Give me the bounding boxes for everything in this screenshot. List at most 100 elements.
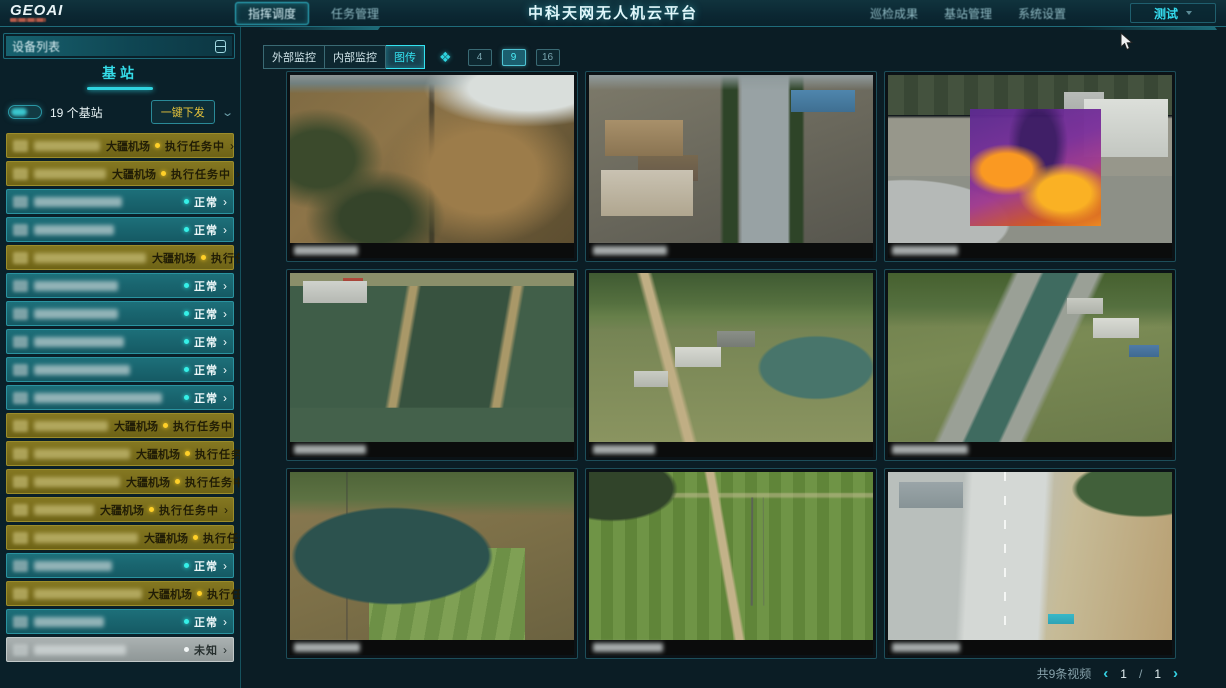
station-list-item[interactable]: 正常 › xyxy=(6,217,234,242)
station-list-item[interactable]: 正常 › xyxy=(6,329,234,354)
video-label-blur xyxy=(593,643,663,652)
station-name-blur xyxy=(34,589,142,599)
nav-item-task-management[interactable]: 任务管理 xyxy=(331,5,379,22)
station-type-icon xyxy=(13,168,28,180)
station-name-blur xyxy=(34,561,112,571)
one-key-dispatch-button[interactable]: 一键下发 xyxy=(151,100,215,124)
chevron-right-icon[interactable]: › xyxy=(224,505,228,515)
station-list-item[interactable]: 大疆机场 执行任务中 › xyxy=(6,413,234,438)
station-status-label: 正常 xyxy=(194,306,218,322)
logo: GEOAI xyxy=(10,4,160,22)
tab-external-monitoring[interactable]: 外部监控 xyxy=(263,45,325,69)
station-type-label: 大疆机场 xyxy=(152,250,196,266)
chevron-right-icon[interactable]: › xyxy=(238,421,240,431)
status-dot-icon xyxy=(184,227,189,232)
station-list-item[interactable]: 正常 › xyxy=(6,609,234,634)
station-list-item[interactable]: 未知 › xyxy=(6,637,234,662)
logo-subtext-blur xyxy=(10,18,46,22)
station-type-icon xyxy=(13,560,28,572)
station-status-group: 大疆机场 执行任务中 › xyxy=(106,138,234,154)
station-name-blur xyxy=(34,449,130,459)
video-tile[interactable] xyxy=(286,269,578,460)
station-list-item[interactable]: 正常 › xyxy=(6,273,234,298)
chevron-right-icon[interactable]: › xyxy=(223,645,227,655)
station-status-group: 正常 › xyxy=(184,306,227,322)
station-filter-toggle[interactable] xyxy=(8,105,42,119)
station-list-item[interactable]: 大疆机场 执行任务中 › xyxy=(6,469,234,494)
chevron-right-icon[interactable]: › xyxy=(223,561,227,571)
video-tile[interactable] xyxy=(884,269,1176,460)
tab-base-station[interactable]: 基站 xyxy=(102,63,138,87)
station-list-item[interactable]: 正常 › xyxy=(6,189,234,214)
video-feed xyxy=(888,472,1172,640)
station-name-blur xyxy=(34,365,130,375)
chevron-right-icon[interactable]: › xyxy=(223,365,227,375)
station-list-item[interactable]: 大疆机场 执行任务中 › xyxy=(6,581,234,606)
pagination-prev-icon[interactable]: ‹ xyxy=(1103,668,1108,680)
station-list-item[interactable]: 正常 › xyxy=(6,301,234,326)
station-list-item[interactable]: 正常 › xyxy=(6,385,234,410)
station-status-label: 执行任务中 xyxy=(211,250,240,266)
chevron-down-icon[interactable]: ⌄ xyxy=(221,106,234,119)
app-window: GEOAI 指挥调度 任务管理 中科天网无人机云平台 巡检成果 基站管理 系统设… xyxy=(0,0,1226,688)
nav-item-station-management[interactable]: 基站管理 xyxy=(944,5,992,22)
decorative-slash-right xyxy=(1075,27,1217,30)
station-type-icon xyxy=(13,252,28,264)
station-status-group: 大疆机场 执行任务中 › xyxy=(100,502,228,518)
grid-layout-9-button[interactable]: 9 xyxy=(502,49,526,66)
station-list-item[interactable]: 大疆机场 执行任务中 › xyxy=(6,497,234,522)
tab-internal-monitoring[interactable]: 内部监控 xyxy=(325,45,386,69)
video-tile[interactable] xyxy=(585,269,877,460)
video-tile[interactable] xyxy=(884,468,1176,659)
station-type-icon xyxy=(13,140,28,152)
status-dot-icon xyxy=(149,507,154,512)
chevron-right-icon[interactable]: › xyxy=(223,393,227,403)
station-list-item[interactable]: 正常 › xyxy=(6,357,234,382)
collapse-list-icon[interactable] xyxy=(215,40,226,53)
station-list-item[interactable]: 大疆机场 执行任务中 › xyxy=(6,441,234,466)
chevron-right-icon[interactable]: › xyxy=(223,617,227,627)
station-list-item[interactable]: 大疆机场 执行任务中 › xyxy=(6,133,234,158)
chevron-right-icon[interactable]: › xyxy=(236,169,240,179)
chevron-right-icon[interactable]: › xyxy=(223,309,227,319)
station-type-label: 大疆机场 xyxy=(114,418,158,434)
pagination-next-icon[interactable]: › xyxy=(1173,668,1178,680)
logo-text: GEOAI xyxy=(10,4,160,17)
station-name-blur xyxy=(34,281,118,291)
nav-item-dispatch[interactable]: 指挥调度 xyxy=(235,2,309,25)
nav-item-inspection-results[interactable]: 巡检成果 xyxy=(870,5,918,22)
layout-flower-icon[interactable]: ❖ xyxy=(439,49,452,66)
station-status-label: 正常 xyxy=(194,334,218,350)
user-account-button[interactable]: 测试 xyxy=(1130,3,1216,23)
station-name-blur xyxy=(34,477,120,487)
grid-layout-16-button[interactable]: 16 xyxy=(536,49,560,66)
chevron-right-icon[interactable]: › xyxy=(223,281,227,291)
status-dot-icon xyxy=(163,423,168,428)
nav-item-system-settings[interactable]: 系统设置 xyxy=(1018,5,1066,22)
tab-image-transmission[interactable]: 图传 xyxy=(386,45,425,69)
station-name-blur xyxy=(34,421,108,431)
video-tile[interactable] xyxy=(286,71,578,262)
video-tile[interactable] xyxy=(286,468,578,659)
station-status-group: 正常 › xyxy=(184,334,227,350)
station-list-item[interactable]: 大疆机场 执行任务中 › xyxy=(6,245,234,270)
chevron-right-icon[interactable]: › xyxy=(223,337,227,347)
chevron-right-icon[interactable]: › xyxy=(223,197,227,207)
station-name-blur xyxy=(34,141,100,151)
chevron-right-icon[interactable]: › xyxy=(223,225,227,235)
station-status-group: 大疆机场 执行任务中 › xyxy=(136,446,240,462)
station-list-item[interactable]: 大疆机场 执行任务中 › xyxy=(6,525,234,550)
video-tile[interactable] xyxy=(585,71,877,262)
header-nav-right: 巡检成果 基站管理 系统设置 xyxy=(870,0,1066,27)
grid-layout-4-button[interactable]: 4 xyxy=(468,49,492,66)
video-tile[interactable] xyxy=(884,71,1176,262)
video-tile[interactable] xyxy=(585,468,877,659)
station-type-icon xyxy=(13,336,28,348)
station-list-item[interactable]: 正常 › xyxy=(6,553,234,578)
station-list-item[interactable]: 大疆机场 执行任务中 › xyxy=(6,161,234,186)
video-feed xyxy=(888,273,1172,441)
station-type-icon xyxy=(13,532,28,544)
chevron-right-icon[interactable]: › xyxy=(230,141,234,151)
video-count-label: 共9条视频 xyxy=(1037,665,1092,682)
status-dot-icon xyxy=(184,311,189,316)
